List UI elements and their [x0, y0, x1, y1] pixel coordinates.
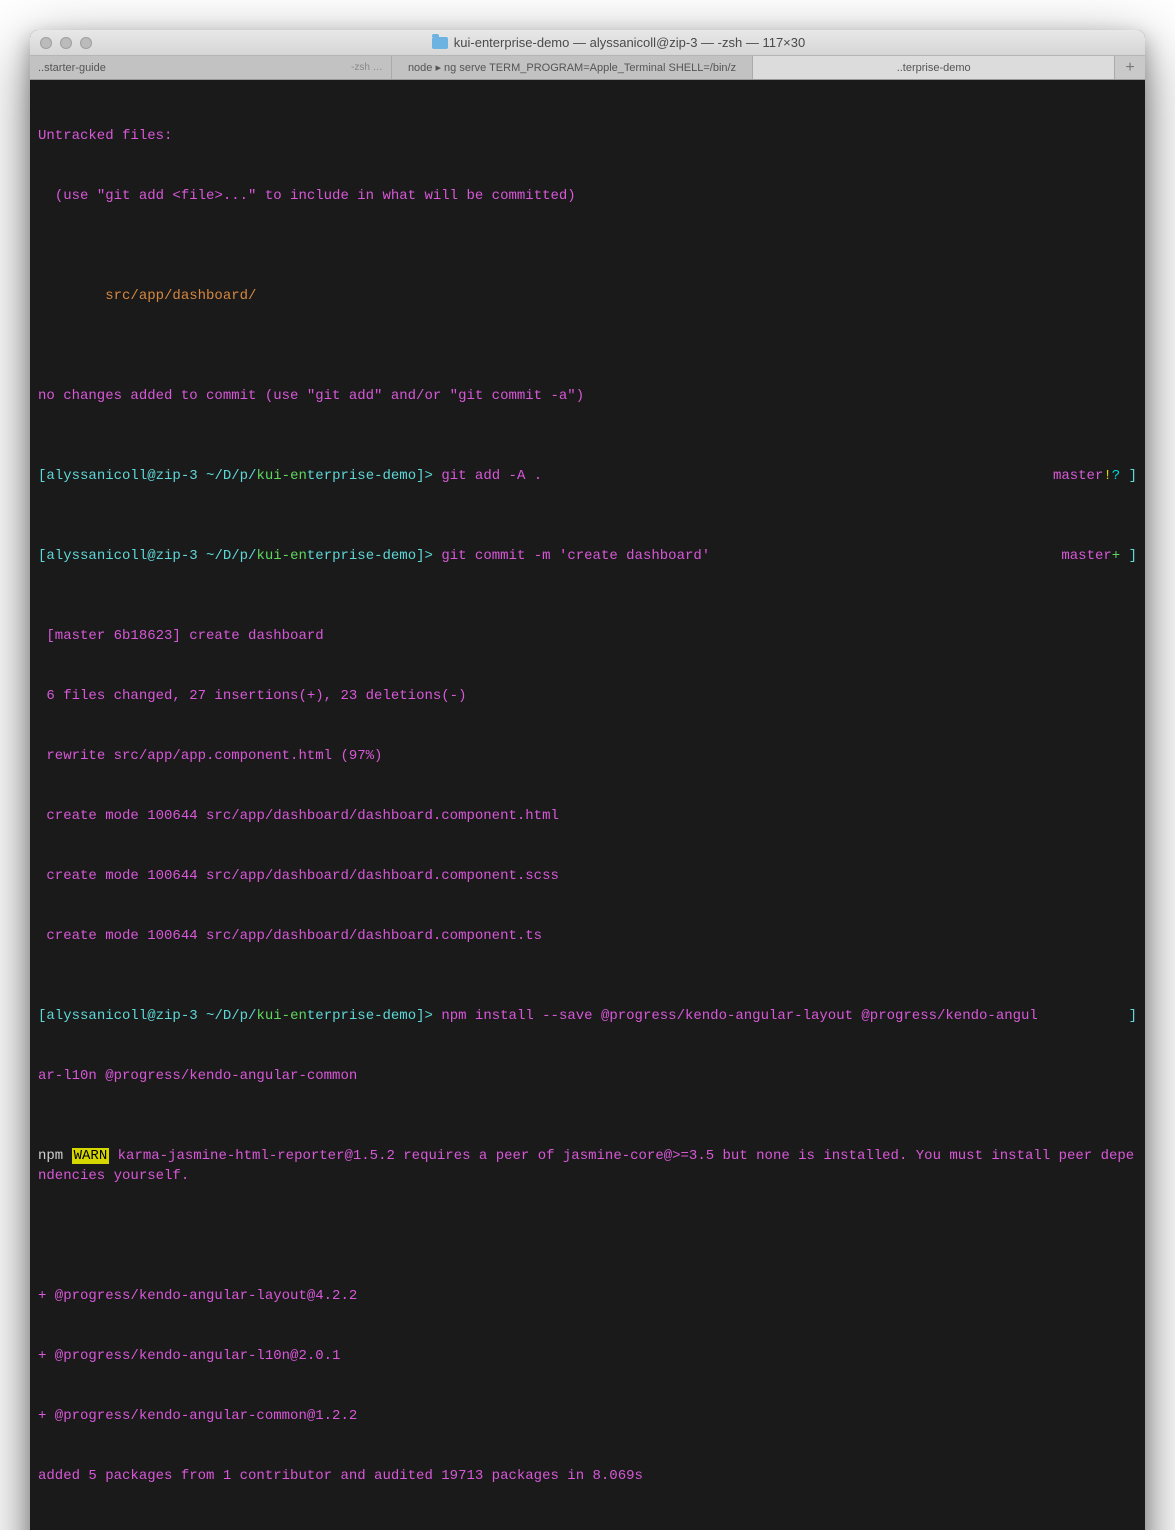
- output-line: src/app/dashboard/: [38, 286, 1137, 306]
- output-line: + @progress/kendo-angular-l10n@2.0.1: [38, 1346, 1137, 1366]
- output-line: 6 files changed, 27 insertions(+), 23 de…: [38, 686, 1137, 706]
- output-line: create mode 100644 src/app/dashboard/das…: [38, 806, 1137, 826]
- prompt-line: [alyssanicoll@zip-3 ~/D/p/kui-enterprise…: [38, 1006, 1129, 1026]
- tab-enterprise-demo[interactable]: ..terprise-demo: [753, 56, 1115, 79]
- prompt-status: master!? ]: [1053, 466, 1137, 486]
- tab-subtext: -zsh …: [351, 62, 383, 73]
- terminal-content[interactable]: Untracked files: (use "git add <file>...…: [30, 80, 1145, 1530]
- output-line: (use "git add <file>..." to include in w…: [38, 186, 1137, 206]
- output-line: create mode 100644 src/app/dashboard/das…: [38, 926, 1137, 946]
- tab-ng-serve[interactable]: node ▸ ng serve TERM_PROGRAM=Apple_Termi…: [392, 56, 754, 79]
- prompt-line: [alyssanicoll@zip-3 ~/D/p/kui-enterprise…: [38, 466, 1053, 486]
- prompt-status: master+ ]: [1061, 546, 1137, 566]
- output-line: npm WARN karma-jasmine-html-reporter@1.5…: [38, 1146, 1137, 1186]
- add-tab-button[interactable]: +: [1115, 56, 1145, 79]
- close-button[interactable]: [40, 37, 52, 49]
- folder-icon: [432, 37, 448, 49]
- window-title: kui-enterprise-demo — alyssanicoll@zip-3…: [102, 35, 1135, 50]
- window-title-text: kui-enterprise-demo — alyssanicoll@zip-3…: [454, 35, 805, 50]
- output-line: added 5 packages from 1 contributor and …: [38, 1466, 1137, 1486]
- traffic-lights: [40, 37, 92, 49]
- output-line: + @progress/kendo-angular-layout@4.2.2: [38, 1286, 1137, 1306]
- minimize-button[interactable]: [60, 37, 72, 49]
- tab-label: node ▸ ng serve TERM_PROGRAM=Apple_Termi…: [408, 61, 736, 74]
- prompt-status: ]: [1129, 1006, 1137, 1026]
- zoom-button[interactable]: [80, 37, 92, 49]
- output-line: Untracked files:: [38, 126, 1137, 146]
- tab-label: ..starter-guide: [38, 62, 106, 74]
- output-line: + @progress/kendo-angular-common@1.2.2: [38, 1406, 1137, 1426]
- tab-starter-guide[interactable]: ..starter-guide -zsh …: [30, 56, 392, 79]
- output-line: [master 6b18623] create dashboard: [38, 626, 1137, 646]
- titlebar: kui-enterprise-demo — alyssanicoll@zip-3…: [30, 30, 1145, 56]
- tab-bar: ..starter-guide -zsh … node ▸ ng serve T…: [30, 56, 1145, 80]
- output-line: no changes added to commit (use "git add…: [38, 386, 1137, 406]
- prompt-line-cont: ar-l10n @progress/kendo-angular-common: [38, 1066, 1137, 1086]
- tab-label: ..terprise-demo: [897, 62, 971, 74]
- terminal-window: kui-enterprise-demo — alyssanicoll@zip-3…: [30, 30, 1145, 1530]
- output-line: create mode 100644 src/app/dashboard/das…: [38, 866, 1137, 886]
- prompt-line: [alyssanicoll@zip-3 ~/D/p/kui-enterprise…: [38, 546, 1061, 566]
- output-line: rewrite src/app/app.component.html (97%): [38, 746, 1137, 766]
